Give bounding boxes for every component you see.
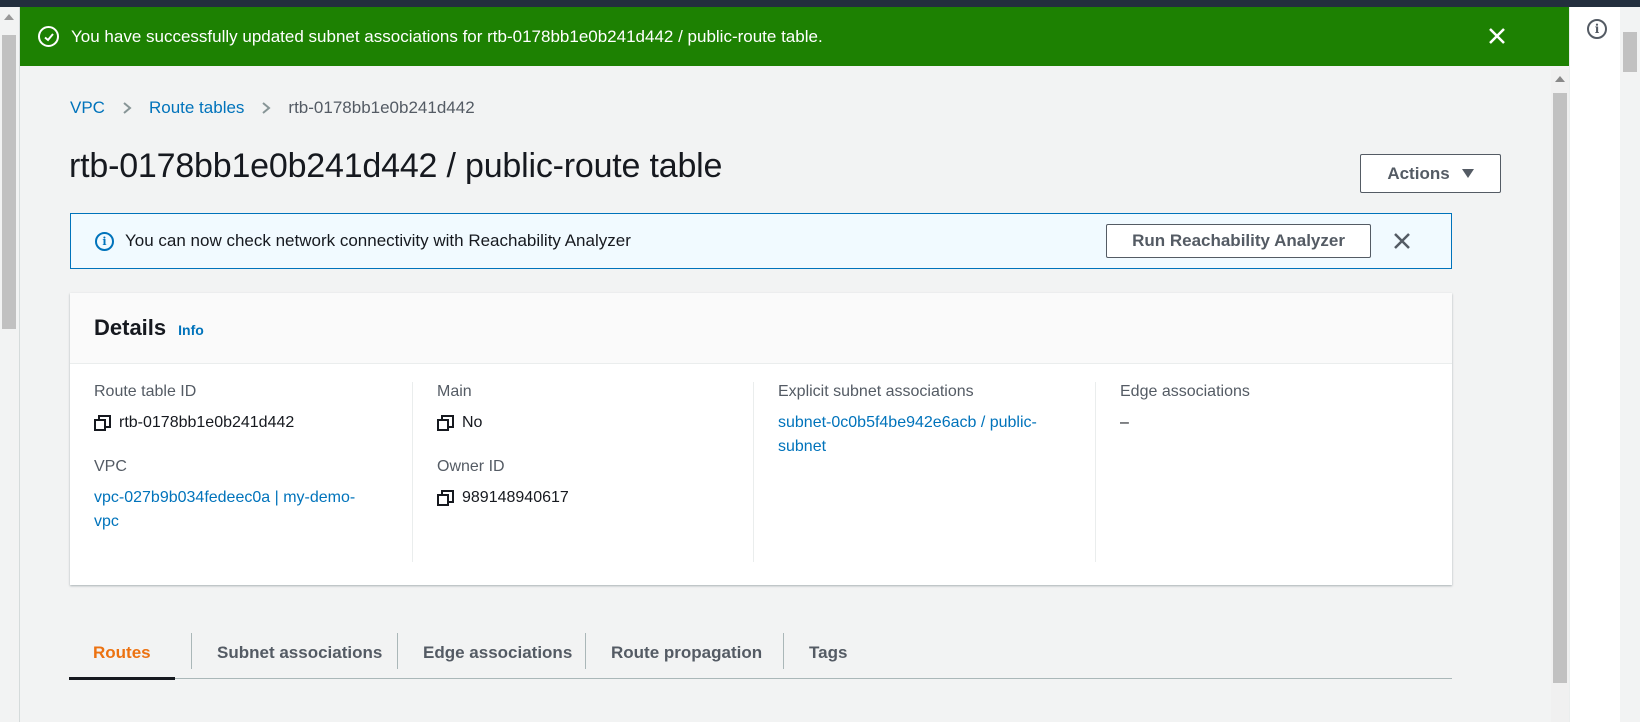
details-panel: Details Info Route table ID rtb-0178bb1e… (70, 293, 1452, 585)
route-table-id-label: Route table ID (94, 383, 197, 400)
check-circle-icon (38, 26, 59, 47)
caret-down-icon (1461, 169, 1474, 178)
tab-bar: Routes Subnet associations Edge associat… (69, 627, 1452, 680)
tab-edge-associations[interactable]: Edge associations (423, 627, 572, 679)
alert-message: You can now check network connectivity w… (125, 231, 631, 250)
scroll-up-arrow-icon[interactable] (4, 14, 14, 20)
chevron-right-icon (262, 102, 271, 114)
scrollbar-thumb[interactable] (1553, 93, 1567, 683)
tab-divider (191, 633, 192, 669)
close-icon[interactable] (1391, 230, 1413, 252)
console-top-bar (0, 0, 1640, 7)
breadcrumb-route-tables[interactable]: Route tables (149, 98, 244, 118)
details-column-1: Route table ID rtb-0178bb1e0b241d442 VPC… (94, 382, 412, 562)
copy-icon[interactable] (94, 414, 111, 432)
chevron-right-icon (123, 102, 132, 114)
details-column-3: Explicit subnet associations subnet-0c0b… (753, 382, 1095, 562)
page-scrollbar[interactable] (0, 7, 20, 722)
reachability-info-alert: i You can now check network connectivity… (70, 213, 1452, 269)
content-scrollbar[interactable] (1551, 69, 1569, 722)
tab-tags[interactable]: Tags (809, 627, 847, 679)
page-title: rtb-0178bb1e0b241d442 / public-route tab… (69, 147, 723, 185)
vpc-link-line-1: vpc-027b9b034fedeec0a | my-demo- (94, 489, 356, 506)
close-icon[interactable] (1485, 24, 1509, 48)
vpc-link-line-2: vpc (94, 513, 119, 530)
details-title: Details (94, 315, 167, 340)
tab-divider (783, 633, 784, 669)
explicit-subnet-link-line-1: subnet-0c0b5f4be942e6acb / public- (778, 414, 1037, 431)
details-column-4: Edge associations – (1095, 382, 1435, 562)
breadcrumb-vpc[interactable]: VPC (70, 98, 105, 118)
flash-message: You have successfully updated subnet ass… (71, 26, 823, 46)
main-label: Main (437, 383, 472, 400)
main-content: You have successfully updated subnet ass… (20, 7, 1569, 722)
scrollbar-thumb[interactable] (2, 35, 16, 329)
owner-id-value: 989148940617 (462, 489, 569, 506)
help-panel-scrollbar[interactable] (1620, 7, 1640, 722)
tab-route-propagation[interactable]: Route propagation (611, 627, 762, 679)
details-column-2: Main No Owner ID 989148940617 (412, 382, 753, 562)
details-info-link[interactable]: Info (178, 322, 204, 338)
details-header: Details Info (70, 293, 1452, 364)
main-value: No (462, 414, 483, 431)
explicit-subnet-link-line-2: subnet (778, 438, 827, 455)
copy-icon[interactable] (437, 489, 454, 507)
info-circle-icon: i (95, 231, 114, 251)
success-flash-bar: You have successfully updated subnet ass… (20, 7, 1569, 66)
breadcrumb: VPC Route tables rtb-0178bb1e0b241d442 (70, 98, 475, 118)
explicit-subnet-link[interactable]: subnet-0c0b5f4be942e6acb / public- subne… (778, 411, 1095, 459)
scrollbar-thumb[interactable] (1623, 32, 1637, 72)
edge-associations-label: Edge associations (1120, 383, 1250, 400)
help-info-icon[interactable]: i (1587, 19, 1607, 39)
actions-button[interactable]: Actions (1360, 154, 1501, 193)
vpc-label: VPC (94, 458, 127, 475)
tab-divider (585, 633, 586, 669)
tab-subnet-associations[interactable]: Subnet associations (217, 627, 382, 679)
actions-button-label: Actions (1387, 163, 1450, 183)
scroll-up-arrow-icon[interactable] (1555, 76, 1565, 82)
edge-associations-value: – (1120, 414, 1129, 431)
owner-id-label: Owner ID (437, 458, 505, 475)
route-table-id-value: rtb-0178bb1e0b241d442 (119, 414, 295, 431)
copy-icon[interactable] (437, 414, 454, 432)
run-reachability-analyzer-button[interactable]: Run Reachability Analyzer (1106, 224, 1371, 258)
explicit-subnet-label: Explicit subnet associations (778, 383, 974, 400)
breadcrumb-current: rtb-0178bb1e0b241d442 (288, 98, 475, 117)
tab-routes[interactable]: Routes (69, 627, 175, 680)
tab-divider (397, 633, 398, 669)
vpc-link[interactable]: vpc-027b9b034fedeec0a | my-demo- vpc (94, 486, 412, 534)
